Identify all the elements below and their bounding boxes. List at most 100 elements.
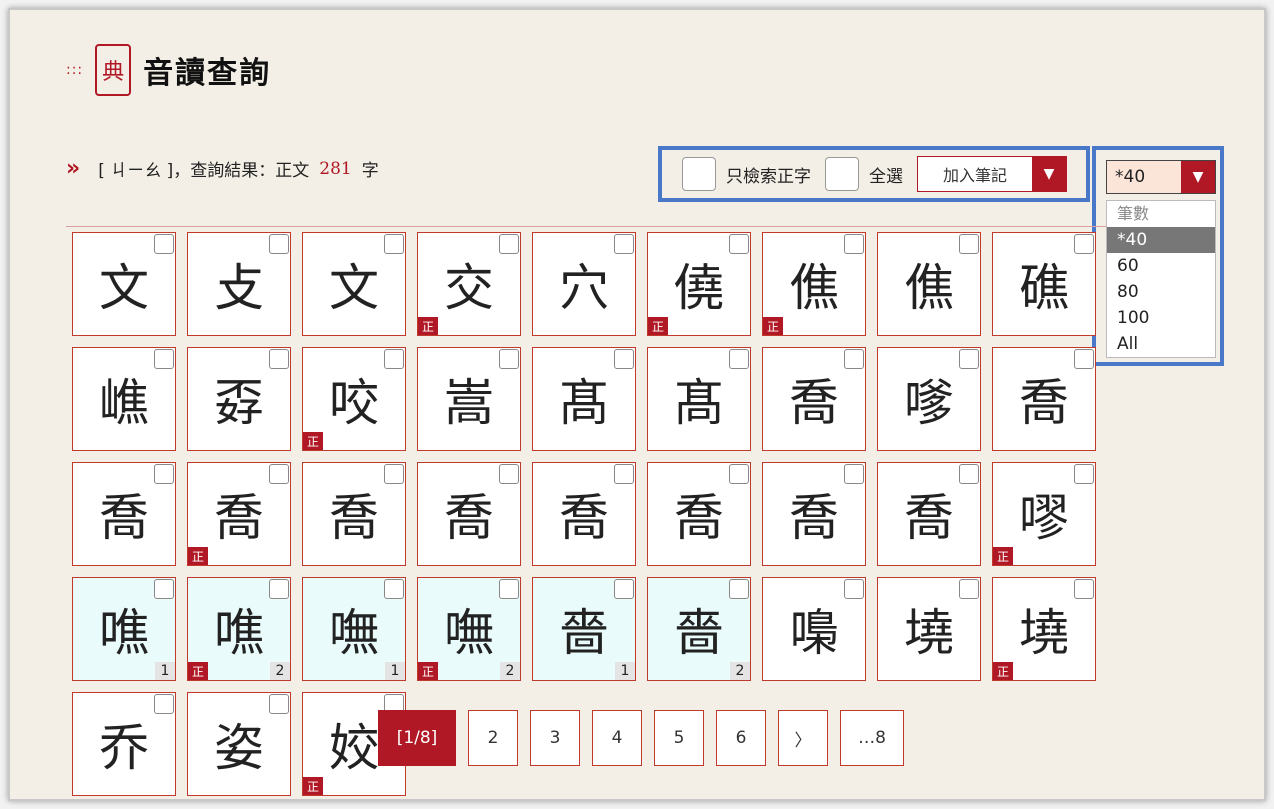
cell-checkbox[interactable] <box>614 234 634 254</box>
cell-checkbox[interactable] <box>729 464 749 484</box>
dropdown-arrow-icon[interactable]: ▼ <box>1032 157 1066 191</box>
cell-checkbox[interactable] <box>499 464 519 484</box>
page-button[interactable]: 6 <box>716 710 766 766</box>
character-cell[interactable]: 嘐正 <box>992 462 1096 566</box>
dropdown-option[interactable]: 60 <box>1107 253 1215 279</box>
cell-checkbox[interactable] <box>959 234 979 254</box>
cell-checkbox[interactable] <box>269 234 289 254</box>
character-cell[interactable]: 乔 <box>72 692 176 796</box>
page-button[interactable]: 2 <box>468 710 518 766</box>
character-cell[interactable]: 噍1 <box>72 577 176 681</box>
character-cell[interactable]: 嘄 <box>762 577 866 681</box>
character-cell[interactable]: 嗇1 <box>532 577 636 681</box>
character-cell[interactable]: 噍正2 <box>187 577 291 681</box>
character-cell[interactable]: 孬 <box>187 347 291 451</box>
character-cell[interactable]: 文 <box>302 232 406 336</box>
character-cell[interactable]: 喬 <box>72 462 176 566</box>
character-cell[interactable]: 喬 <box>302 462 406 566</box>
character-cell[interactable]: 穴 <box>532 232 636 336</box>
cell-checkbox[interactable] <box>154 234 174 254</box>
character-cell[interactable]: 墝 <box>877 577 981 681</box>
character-cell[interactable]: 喬正 <box>187 462 291 566</box>
cell-checkbox[interactable] <box>844 579 864 599</box>
page-button[interactable]: 5 <box>654 710 704 766</box>
dropdown-option[interactable]: All <box>1107 331 1215 357</box>
cell-checkbox[interactable] <box>959 464 979 484</box>
character-cell[interactable]: 僬 <box>877 232 981 336</box>
add-note-select[interactable]: 加入筆記 ▼ <box>917 156 1067 192</box>
character-cell[interactable]: 僬正 <box>762 232 866 336</box>
character-cell[interactable]: 咬正 <box>302 347 406 451</box>
cell-checkbox[interactable] <box>959 579 979 599</box>
cell-checkbox[interactable] <box>844 349 864 369</box>
cell-checkbox[interactable] <box>269 349 289 369</box>
next-page-button[interactable]: 〉 <box>778 710 828 766</box>
cell-checkbox[interactable] <box>729 234 749 254</box>
character-cell[interactable]: 嗇2 <box>647 577 751 681</box>
cell-checkbox[interactable] <box>959 349 979 369</box>
character-cell[interactable]: 喬 <box>532 462 636 566</box>
cell-checkbox[interactable] <box>614 464 634 484</box>
only-standard-checkbox[interactable] <box>682 157 716 191</box>
cell-checkbox[interactable] <box>384 579 404 599</box>
cell-checkbox[interactable] <box>1074 349 1094 369</box>
page-size-box: *40 ▼ 筆數 *40 60 80 100 All <box>1092 146 1224 366</box>
cell-checkbox[interactable] <box>269 579 289 599</box>
cell-checkbox[interactable] <box>1074 464 1094 484</box>
cell-checkbox[interactable] <box>154 464 174 484</box>
dropdown-arrow-icon[interactable]: ▼ <box>1181 161 1215 193</box>
cell-checkbox[interactable] <box>844 464 864 484</box>
cell-checkbox[interactable] <box>499 234 519 254</box>
character-cell[interactable]: 礁 <box>992 232 1096 336</box>
character-cell[interactable]: 墝正 <box>992 577 1096 681</box>
character-cell[interactable]: 嵩 <box>417 347 521 451</box>
cell-checkbox[interactable] <box>384 464 404 484</box>
character-cell[interactable]: 喬 <box>762 347 866 451</box>
cell-checkbox[interactable] <box>1074 234 1094 254</box>
character-cell[interactable]: 喬 <box>762 462 866 566</box>
page-button[interactable]: …8 <box>840 710 904 766</box>
select-all-label: 全選 <box>869 166 903 187</box>
character-cell[interactable]: 攴 <box>187 232 291 336</box>
dropdown-option[interactable]: 100 <box>1107 305 1215 331</box>
character-cell[interactable]: 喬 <box>877 462 981 566</box>
select-all-checkbox[interactable] <box>825 157 859 191</box>
cell-checkbox[interactable] <box>614 349 634 369</box>
character-cell[interactable]: 嗲 <box>877 347 981 451</box>
result-count: 281 <box>319 158 352 179</box>
cell-checkbox[interactable] <box>269 694 289 714</box>
character-cell[interactable]: 僥正 <box>647 232 751 336</box>
cell-checkbox[interactable] <box>1074 579 1094 599</box>
character-cell[interactable]: 姿 <box>187 692 291 796</box>
cell-checkbox[interactable] <box>384 349 404 369</box>
cell-checkbox[interactable] <box>499 579 519 599</box>
cell-checkbox[interactable] <box>154 349 174 369</box>
character-cell[interactable]: 嶕 <box>72 347 176 451</box>
character-cell[interactable]: 喬 <box>647 462 751 566</box>
character-cell[interactable]: 嘸1 <box>302 577 406 681</box>
result-query: [ ㄐㄧㄠ ]，查詢結果：正文 <box>98 161 310 181</box>
current-page-button[interactable]: [1/8] <box>378 710 456 766</box>
page-button[interactable]: 4 <box>592 710 642 766</box>
standard-badge: 正 <box>303 777 323 795</box>
character-cell[interactable]: 嘸正2 <box>417 577 521 681</box>
cell-checkbox[interactable] <box>269 464 289 484</box>
character-cell[interactable]: 文 <box>72 232 176 336</box>
cell-checkbox[interactable] <box>154 579 174 599</box>
cell-checkbox[interactable] <box>844 234 864 254</box>
character-cell[interactable]: 喬 <box>992 347 1096 451</box>
cell-checkbox[interactable] <box>614 579 634 599</box>
cell-checkbox[interactable] <box>729 349 749 369</box>
character-cell[interactable]: 交正 <box>417 232 521 336</box>
page-button[interactable]: 3 <box>530 710 580 766</box>
page-size-select[interactable]: *40 ▼ <box>1106 160 1216 194</box>
cell-checkbox[interactable] <box>499 349 519 369</box>
cell-checkbox[interactable] <box>384 234 404 254</box>
cell-checkbox[interactable] <box>729 579 749 599</box>
dropdown-option[interactable]: *40 <box>1107 227 1215 253</box>
cell-checkbox[interactable] <box>154 694 174 714</box>
character-cell[interactable]: 髙 <box>532 347 636 451</box>
character-cell[interactable]: 喬 <box>417 462 521 566</box>
dropdown-option[interactable]: 80 <box>1107 279 1215 305</box>
character-cell[interactable]: 髙 <box>647 347 751 451</box>
